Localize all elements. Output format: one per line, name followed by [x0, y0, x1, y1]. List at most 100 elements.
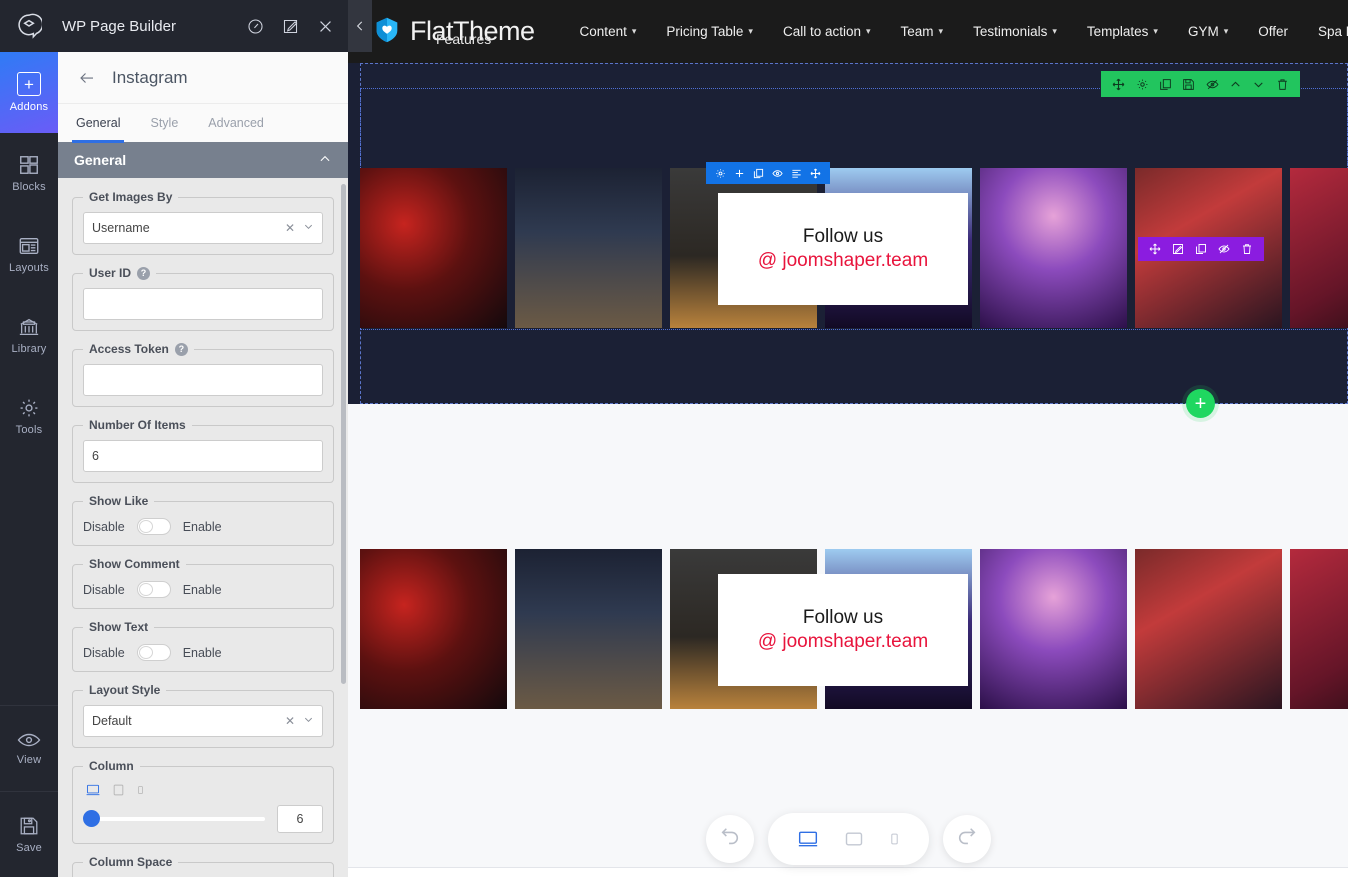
nav-item-pricing-table[interactable]: Pricing Table ▾	[651, 24, 768, 39]
sidebar-item-blocks[interactable]: Blocks	[0, 133, 58, 214]
tab-advanced[interactable]: Advanced	[208, 104, 278, 142]
tablet-icon[interactable]	[112, 783, 125, 797]
layout-style-select[interactable]: Default ✕	[83, 705, 323, 737]
access-token-input[interactable]	[83, 364, 323, 396]
gallery-image[interactable]	[360, 549, 507, 709]
field-label: Number Of Items	[89, 418, 186, 432]
sidebar-item-library[interactable]: Library	[0, 295, 58, 376]
nav-item-spa-life[interactable]: Spa Life▾	[1303, 24, 1348, 39]
nav-item-offer[interactable]: Offer	[1243, 24, 1303, 39]
save-icon[interactable]	[1182, 78, 1195, 91]
panel-scrollbar[interactable]	[341, 184, 346, 684]
show-comment-toggle[interactable]	[136, 581, 171, 598]
follow-us-card[interactable]: Follow us @ joomshaper.team	[718, 574, 968, 686]
column-slider-row: 6	[83, 805, 323, 833]
add-section-button[interactable]: +	[1186, 389, 1215, 418]
heart-shield-logo-icon	[372, 14, 402, 49]
nav-item-testimonials[interactable]: Testimonials ▾	[958, 24, 1072, 39]
plus-icon[interactable]	[734, 168, 745, 179]
back-arrow-icon[interactable]	[76, 69, 98, 87]
get-images-by-select[interactable]: Username ✕	[83, 212, 323, 244]
nav-item-call-to-action[interactable]: Call to action ▾	[768, 24, 886, 39]
trash-icon[interactable]	[1276, 78, 1289, 91]
gallery-image[interactable]	[360, 168, 507, 328]
eye-icon[interactable]	[772, 168, 783, 179]
clear-icon[interactable]: ✕	[285, 221, 295, 235]
move-icon[interactable]	[1112, 78, 1125, 91]
toggle-off-label: Disable	[83, 645, 125, 660]
toggle-on-label: Enable	[182, 645, 222, 660]
sidebar-item-label: Addons	[9, 101, 49, 113]
redo-button[interactable]	[942, 815, 991, 863]
hide-icon[interactable]	[1218, 243, 1230, 255]
slider-thumb[interactable]	[83, 810, 100, 827]
nav-label: Content	[579, 24, 627, 39]
show-text-toggle[interactable]	[136, 644, 171, 661]
section-general-header[interactable]: General	[58, 142, 348, 178]
chevron-up-icon[interactable]	[1229, 78, 1242, 91]
field-label: Column	[89, 759, 134, 773]
view-button[interactable]: View	[0, 705, 58, 791]
show-like-toggle[interactable]	[136, 518, 171, 535]
help-icon[interactable]: ?	[137, 266, 151, 280]
gallery-image[interactable]	[515, 549, 662, 709]
edit-icon[interactable]	[282, 18, 299, 35]
nav-label: Offer	[1258, 24, 1289, 39]
align-icon[interactable]	[791, 168, 802, 179]
desktop-icon[interactable]	[85, 783, 101, 797]
user-id-input[interactable]	[83, 288, 323, 320]
duplicate-icon[interactable]	[1159, 78, 1172, 91]
gallery-image[interactable]	[980, 549, 1127, 709]
chevron-down-icon[interactable]	[303, 714, 314, 728]
tablet-icon[interactable]	[844, 829, 864, 849]
duplicate-icon[interactable]	[753, 168, 764, 179]
sidebar-item-addons[interactable]: + Addons	[0, 52, 58, 133]
move-icon[interactable]	[810, 168, 821, 179]
collapse-panel-button[interactable]	[348, 0, 372, 52]
gallery-image[interactable]	[1135, 549, 1282, 709]
row-toolbar	[1101, 71, 1300, 97]
site-brand[interactable]: FlatTheme Features	[372, 14, 535, 49]
sidebar-item-label: Blocks	[12, 181, 46, 193]
close-icon[interactable]	[317, 18, 334, 35]
nav-item-templates[interactable]: Templates ▾	[1072, 24, 1173, 39]
move-icon[interactable]	[1149, 243, 1161, 255]
column-slider[interactable]	[83, 810, 265, 827]
follow-title: Follow us	[802, 226, 884, 247]
desktop-icon[interactable]	[796, 829, 820, 849]
chevron-down-icon[interactable]	[1252, 78, 1265, 91]
gallery-image[interactable]	[1290, 168, 1348, 328]
gallery-image[interactable]	[515, 168, 662, 328]
gear-icon[interactable]	[715, 168, 726, 179]
hide-icon[interactable]	[1206, 78, 1219, 91]
mobile-icon[interactable]	[888, 829, 901, 849]
column-value[interactable]: 6	[277, 805, 323, 833]
follow-handle: @ joomshaper.team	[757, 631, 929, 652]
mobile-icon[interactable]	[136, 783, 145, 797]
chevron-down-icon[interactable]	[303, 221, 314, 235]
gallery-image[interactable]	[980, 168, 1127, 328]
nav-item-content[interactable]: Content ▾	[565, 24, 652, 39]
sidebar-item-layouts[interactable]: Layouts	[0, 214, 58, 295]
gear-icon[interactable]	[1136, 78, 1149, 91]
clear-icon[interactable]: ✕	[285, 714, 295, 728]
nav-item-gym[interactable]: GYM ▾	[1173, 24, 1243, 39]
nav-label: Testimonials	[973, 24, 1048, 39]
gauge-icon[interactable]	[247, 18, 264, 35]
sidebar-item-tools[interactable]: Tools	[0, 376, 58, 457]
chevron-down-icon: ▾	[1052, 26, 1057, 36]
gallery-image[interactable]	[1290, 549, 1348, 709]
tab-style[interactable]: Style	[150, 104, 192, 142]
undo-button[interactable]	[705, 815, 754, 863]
trash-icon[interactable]	[1241, 243, 1253, 255]
edit-icon[interactable]	[1172, 243, 1184, 255]
help-icon[interactable]: ?	[174, 342, 188, 356]
duplicate-icon[interactable]	[1195, 243, 1207, 255]
field-show-comment: Show Comment Disable Enable	[72, 557, 334, 609]
nav-item-team[interactable]: Team ▾	[886, 24, 959, 39]
save-button[interactable]: Save	[0, 791, 58, 877]
nav-item-features[interactable]: Features	[436, 31, 491, 47]
tab-general[interactable]: General	[71, 104, 134, 143]
follow-us-card-selected[interactable]: Follow us @ joomshaper.team	[718, 193, 968, 305]
number-of-items-input[interactable]	[83, 440, 323, 472]
